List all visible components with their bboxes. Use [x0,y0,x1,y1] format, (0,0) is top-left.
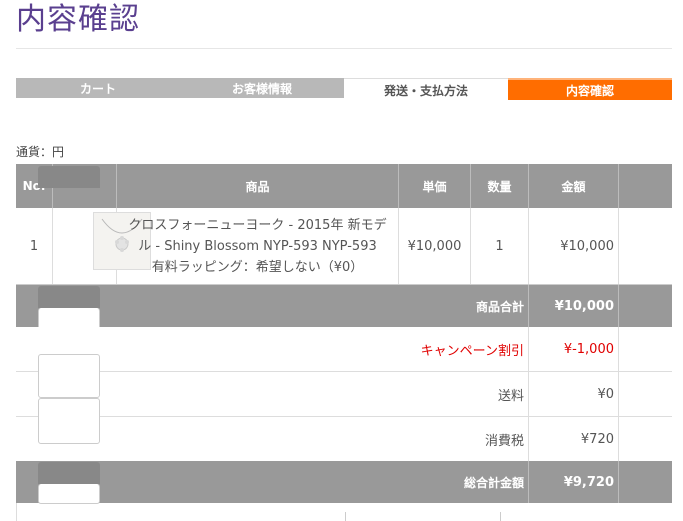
header-extra [619,164,672,208]
step-customer-info[interactable]: お客様情報 [180,78,344,98]
image-column-box [38,484,100,504]
header-amount: 金額 [529,164,619,208]
image-column-tab [38,166,100,188]
tax-label: 消費税 [484,433,524,449]
campaign-value: ¥-1,000 [563,341,614,357]
step-shipping-payment[interactable]: 発送・支払方法 [344,78,508,101]
divider [345,512,346,521]
item-no: 1 [16,208,53,284]
shipping-row: 送料 ¥0 [16,372,672,417]
item-amount: ¥10,000 [529,208,619,284]
image-column-tab [38,286,100,308]
subtotal-label: 商品合計 [475,299,524,314]
step-confirm: 内容確認 [508,78,672,100]
checkout-steps: カート お客様情報 発送・支払方法 内容確認 [16,78,672,101]
total-label: 総合計金額 [463,475,524,490]
tax-value: ¥720 [580,431,614,447]
shipping-value: ¥0 [597,386,614,402]
item-product-cell: クロスフォーニューヨーク - 2015年 新モデ ル - Shiny Bloss… [117,208,399,284]
table-row: 1 クロスフォーニューヨーク - 2015年 新モデ ル - Shiny Blo… [16,208,672,285]
item-extra [619,208,672,284]
product-name-line2[interactable]: ル - Shiny Blossom NYP-593 NYP-593 [134,236,380,257]
step-cart[interactable]: カート [16,78,180,98]
campaign-label: キャンペーン割引 [420,343,524,359]
total-row: 総合計金額 ¥9,720 [16,461,672,503]
campaign-row: キャンペーン割引 ¥-1,000 [16,327,672,372]
image-column-box [38,398,100,444]
product-option: 有料ラッピング：希望しない（¥0） [151,259,364,275]
divider [500,512,501,521]
header-product: 商品 [117,164,399,208]
item-unit-price: ¥10,000 [399,208,471,284]
shipping-label: 送料 [497,388,524,404]
title-divider [16,48,672,49]
image-column-tab [38,462,100,484]
subtotal-value: ¥10,000 [554,298,614,314]
header-qty: 数量 [471,164,529,208]
item-image-cell [53,208,151,284]
image-column-box [38,354,100,398]
table-header: No. 商品 単価 数量 金額 [16,164,672,208]
header-unit-price: 単価 [399,164,471,208]
page-title: 内容確認 [16,2,140,37]
table-left-edge [16,503,17,521]
currency-label: 通貨：円 [16,145,65,159]
subtotal-row: 商品合計 ¥10,000 [16,285,672,327]
item-qty: 1 [471,208,529,284]
tax-row: 消費税 ¥720 [16,417,672,462]
product-name-line1[interactable]: クロスフォーニューヨーク - 2015年 新モデ [124,215,390,236]
total-value: ¥9,720 [563,474,614,490]
